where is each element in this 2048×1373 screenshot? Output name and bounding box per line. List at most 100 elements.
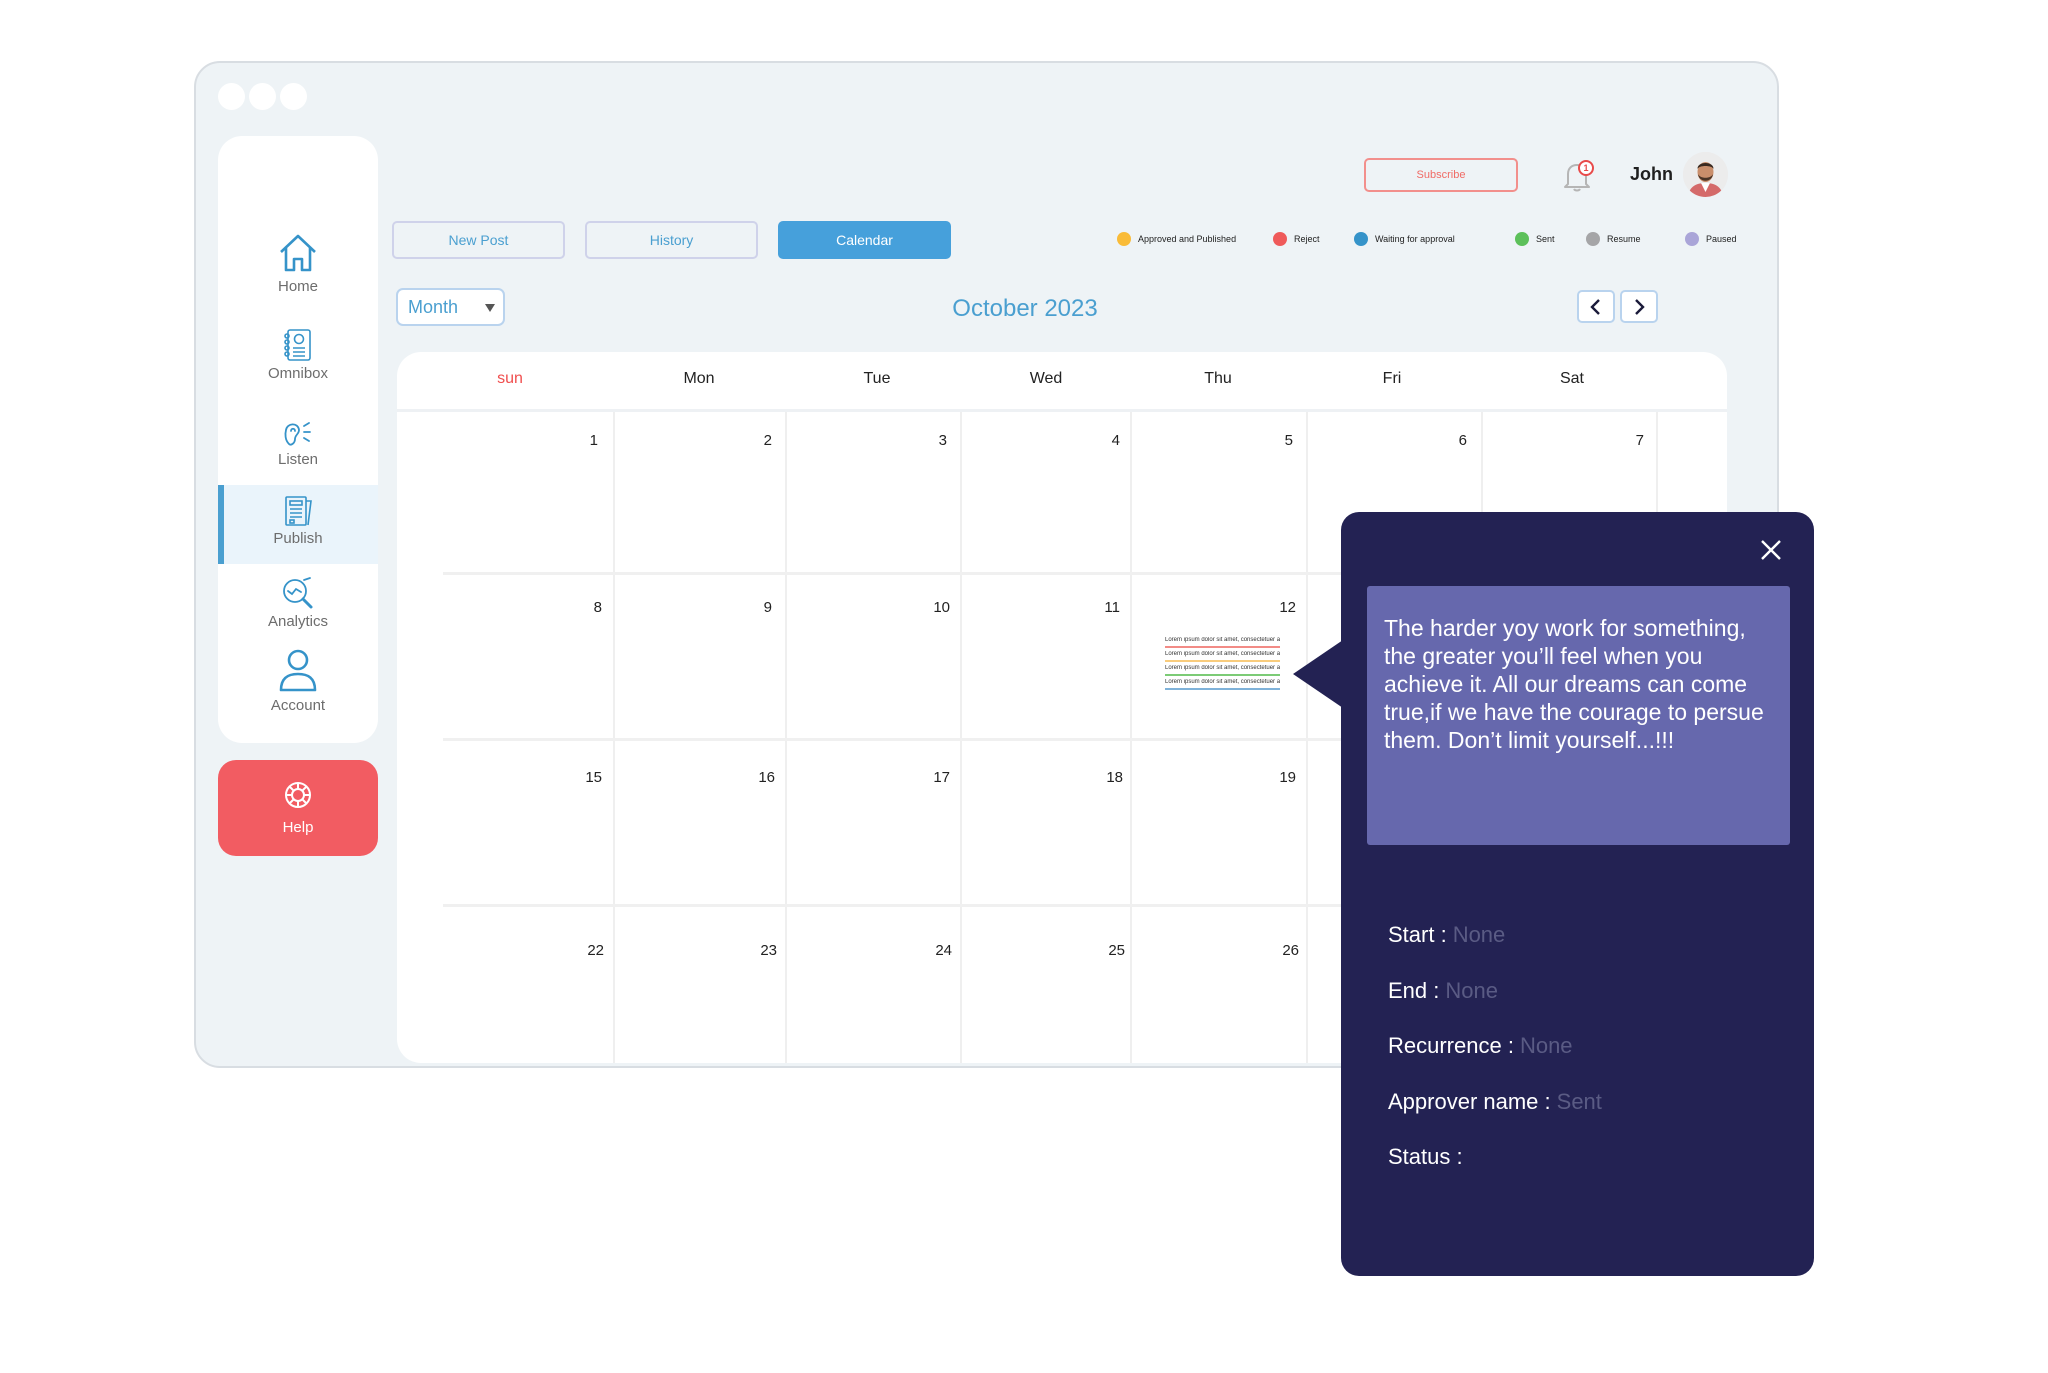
sidebar-item-listen[interactable]: Listen — [218, 418, 378, 480]
date-cell[interactable]: 22 — [564, 942, 604, 959]
sidebar-item-label: Analytics — [267, 613, 329, 630]
calendar-event[interactable]: Lorem ipsum dolor sit amet, consectetuer… — [1165, 637, 1280, 648]
field-label: Recurrence : — [1388, 1033, 1514, 1058]
popup-pointer — [1293, 640, 1343, 708]
close-icon[interactable] — [1757, 536, 1785, 564]
field-label: End : — [1388, 978, 1440, 1003]
help-button[interactable]: Help — [218, 760, 378, 856]
date-cell[interactable]: 8 — [562, 599, 602, 616]
date-cell[interactable]: 1 — [558, 432, 598, 449]
field-label: Approver name : — [1388, 1089, 1551, 1114]
field-label: Start : — [1388, 922, 1447, 947]
weekday-sat: Sat — [1559, 370, 1584, 387]
field-end: End : None — [1388, 978, 1498, 1004]
avatar[interactable] — [1683, 152, 1728, 197]
calendar-event[interactable]: Lorem ipsum dolor sit amet, consectetuer… — [1165, 665, 1280, 676]
legend-label: Approved and Published — [1138, 234, 1237, 244]
view-select-value: Month — [408, 296, 459, 317]
weekday-thu: Thu — [1204, 370, 1232, 387]
weekday-fri: Fri — [1382, 370, 1402, 387]
date-cell[interactable]: 24 — [912, 942, 952, 959]
legend-item-resume: Resume — [1586, 232, 1641, 246]
sidebar-item-analytics[interactable]: Analytics — [218, 576, 378, 646]
calendar-event[interactable]: Lorem ipsum dolor sit amet, consectetuer… — [1165, 651, 1280, 662]
legend-item-paused: Paused — [1685, 232, 1737, 246]
notification-badge: 1 — [1578, 160, 1594, 176]
date-cell[interactable]: 19 — [1256, 769, 1296, 786]
date-cell[interactable]: 2 — [732, 432, 772, 449]
date-cell[interactable]: 16 — [735, 769, 775, 786]
legend-label: Waiting for approval — [1375, 234, 1455, 244]
weekday-sun: sun — [497, 370, 523, 387]
legend-item-approved: Approved and Published — [1117, 232, 1236, 246]
date-cell[interactable]: 4 — [1080, 432, 1120, 449]
window-dot-maximize[interactable] — [280, 83, 307, 110]
legend-label: Resume — [1607, 234, 1641, 244]
date-cell[interactable]: 6 — [1427, 432, 1467, 449]
field-value: Sent — [1556, 1089, 1602, 1114]
window-dot-close[interactable] — [218, 83, 245, 110]
weekday-mon: Mon — [683, 370, 715, 387]
sidebar-item-label: Omnibox — [267, 365, 329, 382]
date-cell[interactable]: 15 — [562, 769, 602, 786]
sidebar-item-label: Publish — [273, 530, 323, 547]
home-icon — [276, 231, 320, 275]
lifebuoy-icon — [283, 780, 313, 815]
date-cell[interactable]: 18 — [1083, 769, 1123, 786]
next-month-button[interactable] — [1620, 290, 1658, 323]
date-cell[interactable]: 5 — [1253, 432, 1293, 449]
date-cell[interactable]: 9 — [732, 599, 772, 616]
day-events-list: Lorem ipsum dolor sit amet, consectetuer… — [1165, 637, 1280, 693]
newspaper-icon — [283, 495, 313, 527]
legend-label: Sent — [1536, 234, 1555, 244]
field-label: Status : — [1388, 1144, 1463, 1169]
sidebar-item-publish[interactable]: Publish — [218, 485, 378, 564]
field-value: None — [1445, 978, 1498, 1003]
tab-history[interactable]: History — [585, 221, 758, 259]
sidebar-item-label: Home — [277, 278, 318, 295]
prev-month-button[interactable] — [1577, 290, 1615, 323]
legend-label: Reject — [1294, 234, 1320, 244]
date-cell[interactable]: 23 — [737, 942, 777, 959]
weekday-header: sun Mon Tue Wed Thu Fri Sat — [397, 352, 1727, 412]
legend-swatch — [1515, 232, 1529, 246]
field-recurrence: Recurrence : None — [1388, 1033, 1573, 1059]
view-select-dropdown[interactable]: Month — [396, 288, 505, 326]
month-title: October 2023 — [952, 295, 1098, 322]
legend-item-sent: Sent — [1515, 232, 1555, 246]
sidebar-item-label: Listen — [277, 451, 319, 468]
date-cell[interactable]: 10 — [910, 599, 950, 616]
date-cell[interactable]: 26 — [1259, 942, 1299, 959]
sidebar-item-home[interactable]: Home — [218, 231, 378, 301]
caret-down-icon — [485, 304, 495, 312]
field-approver-name: Approver name : Sent — [1388, 1089, 1602, 1115]
legend-swatch — [1685, 232, 1699, 246]
date-cell[interactable]: 25 — [1085, 942, 1125, 959]
help-label: Help — [282, 819, 314, 836]
date-cell[interactable]: 3 — [907, 432, 947, 449]
legend-swatch — [1117, 232, 1131, 246]
subscribe-button[interactable]: Subscribe — [1364, 158, 1518, 192]
user-name[interactable]: John — [1630, 164, 1673, 185]
calendar-event[interactable]: Lorem ipsum dolor sit amet, consectetuer… — [1165, 679, 1280, 690]
sidebar-item-omnibox[interactable]: Omnibox — [218, 328, 378, 396]
contact-book-icon — [282, 328, 314, 362]
legend-item-reject: Reject — [1273, 232, 1320, 246]
date-cell[interactable]: 12 — [1256, 599, 1296, 616]
sidebar-item-label: Account — [270, 697, 326, 714]
chevron-right-icon — [1635, 298, 1645, 315]
date-cell[interactable]: 11 — [1080, 599, 1120, 616]
legend-swatch — [1586, 232, 1600, 246]
weekday-tue: Tue — [863, 370, 891, 387]
analytics-magnifier-icon — [280, 576, 316, 610]
date-cell[interactable]: 7 — [1604, 432, 1644, 449]
tab-calendar[interactable]: Calendar — [778, 221, 951, 259]
window-dot-minimize[interactable] — [249, 83, 276, 110]
sidebar-item-account[interactable]: Account — [218, 648, 378, 728]
weekday-wed: Wed — [1029, 370, 1063, 387]
post-content: The harder yoy work for something, the g… — [1367, 586, 1790, 845]
date-cell[interactable]: 17 — [910, 769, 950, 786]
legend-item-waiting: Waiting for approval — [1354, 232, 1455, 246]
tab-new-post[interactable]: New Post — [392, 221, 565, 259]
ear-icon — [282, 418, 314, 448]
